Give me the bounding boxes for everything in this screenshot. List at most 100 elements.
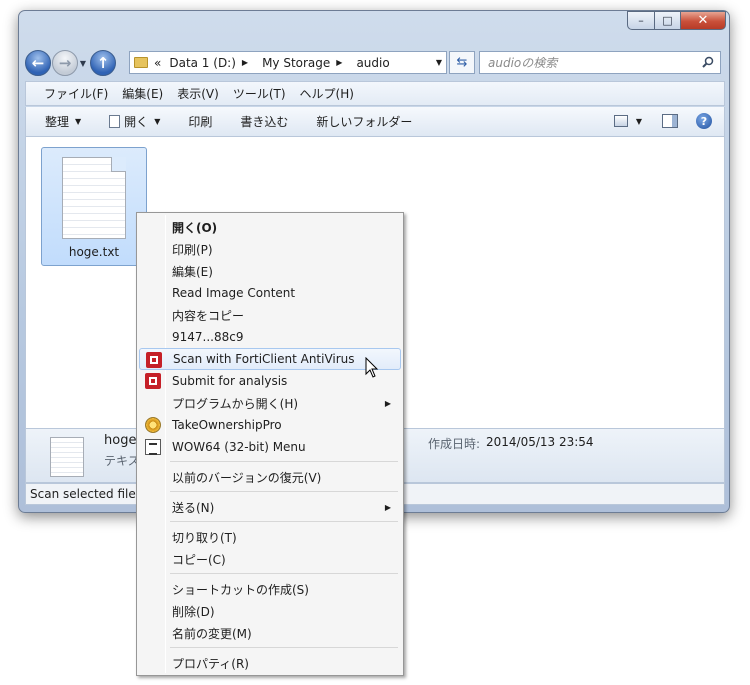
menu-help[interactable]: ヘルプ(H): [300, 85, 354, 102]
ctx-label: 削除(D): [172, 604, 215, 619]
context-menu: 開く(O) 印刷(P) 編集(E) Read Image Content 内容を…: [136, 212, 404, 676]
print-button[interactable]: 印刷: [188, 113, 212, 130]
menu-tools[interactable]: ツール(T): [233, 85, 286, 102]
ctx-print[interactable]: 印刷(P): [139, 238, 401, 260]
chevron-down-icon: ▼: [75, 117, 82, 126]
breadcrumb-overflow[interactable]: «: [154, 56, 161, 70]
ctx-label: 内容をコピー: [172, 308, 245, 323]
ctx-submit-analysis[interactable]: Submit for analysis: [139, 370, 401, 392]
ctx-delete[interactable]: 削除(D): [139, 600, 401, 622]
ctx-label: 名前の変更(M): [172, 626, 252, 641]
ctx-label: 切り取り(T): [172, 530, 237, 545]
new-folder-button[interactable]: 新しいフォルダー: [316, 113, 412, 130]
ctx-label: Scan with FortiClient AntiVirus: [173, 352, 355, 366]
menu-separator: [170, 491, 398, 492]
address-bar[interactable]: « Data 1 (D:) ▶ My Storage ▶ audio ▼: [129, 51, 447, 74]
breadcrumb-item-my-storage[interactable]: My Storage ▶: [262, 56, 348, 70]
ctx-read-image-content[interactable]: Read Image Content: [139, 282, 401, 304]
change-view-icon[interactable]: [613, 115, 628, 127]
details-file-type: テキス: [104, 454, 140, 468]
submenu-arrow-icon: ▶: [384, 502, 391, 512]
help-icon[interactable]: ?: [696, 113, 712, 129]
breadcrumb-item-drive[interactable]: Data 1 (D:) ▶: [169, 56, 254, 70]
ctx-label: ショートカットの作成(S): [172, 582, 309, 597]
ctx-restore-previous[interactable]: 以前のバージョンの復元(V): [139, 466, 401, 488]
wow64-icon: [145, 439, 161, 455]
ctx-edit[interactable]: 編集(E): [139, 260, 401, 282]
command-bar-right: ▼ ?: [613, 113, 712, 129]
forticlient-icon: [145, 373, 161, 389]
ctx-label: 9147...88c9: [172, 330, 244, 344]
minimize-button[interactable]: –: [627, 11, 654, 30]
details-created-value: 2014/05/13 23:54: [486, 435, 594, 449]
ctx-copy-content[interactable]: 内容をコピー: [139, 304, 401, 326]
menu-separator: [170, 573, 398, 574]
ctx-open[interactable]: 開く(O): [139, 216, 401, 238]
forward-button[interactable]: →: [52, 50, 78, 76]
text-file-icon: [50, 437, 84, 477]
ctx-label: 編集(E): [172, 264, 213, 279]
details-created-label: 作成日時:: [428, 437, 481, 451]
organize-button[interactable]: 整理 ▼: [45, 113, 81, 130]
address-dropdown-icon[interactable]: ▼: [436, 58, 442, 67]
close-button[interactable]: ✕: [680, 11, 726, 30]
menu-bar: ファイル(F) 編集(E) 表示(V) ツール(T) ヘルプ(H): [25, 81, 725, 106]
search-input[interactable]: audioの検索: [479, 51, 721, 74]
ctx-label: 開く(O): [172, 220, 218, 235]
file-name: hoge.txt: [68, 245, 120, 259]
chevron-right-icon[interactable]: ▶: [336, 58, 342, 67]
ctx-label: コピー(C): [172, 552, 226, 567]
navigation-bar: ← → ▼ ↑ « Data 1 (D:) ▶ My Storage ▶ audio…: [25, 49, 725, 77]
menu-edit[interactable]: 編集(E): [122, 85, 163, 102]
open-label: 開く: [124, 115, 149, 129]
document-icon: [109, 115, 121, 128]
search-placeholder: audioの検索: [488, 56, 558, 70]
chevron-right-icon[interactable]: ▶: [242, 58, 248, 67]
ctx-label: TakeOwnershipPro: [172, 418, 282, 432]
menu-separator: [170, 647, 398, 648]
gear-icon: [145, 417, 161, 433]
ctx-scan-forticlient[interactable]: Scan with FortiClient AntiVirus: [139, 348, 401, 370]
menu-separator: [170, 461, 398, 462]
ctx-copy[interactable]: コピー(C): [139, 548, 401, 570]
text-file-icon: [62, 157, 126, 239]
window-controls: – □ ✕: [627, 11, 726, 30]
ctx-label: Read Image Content: [172, 286, 296, 300]
search-icon[interactable]: [702, 56, 714, 68]
maximize-button[interactable]: □: [654, 11, 680, 30]
refresh-button[interactable]: ⇆: [449, 51, 475, 74]
ctx-hash[interactable]: 9147...88c9: [139, 326, 401, 348]
open-button[interactable]: 開く ▼: [109, 113, 160, 130]
ctx-rename[interactable]: 名前の変更(M): [139, 622, 401, 644]
menu-separator: [170, 521, 398, 522]
ctx-label: WOW64 (32-bit) Menu: [172, 440, 306, 454]
file-item-hoge[interactable]: hoge.txt: [41, 147, 147, 266]
up-button[interactable]: ↑: [90, 50, 116, 76]
details-file-name: hoge: [104, 433, 137, 448]
ctx-send-to[interactable]: 送る(N) ▶: [139, 496, 401, 518]
ctx-create-shortcut[interactable]: ショートカットの作成(S): [139, 578, 401, 600]
preview-pane-icon[interactable]: [662, 114, 678, 128]
forticlient-icon: [146, 352, 162, 368]
breadcrumb-item-audio[interactable]: audio: [356, 56, 389, 70]
menu-file[interactable]: ファイル(F): [44, 85, 108, 102]
burn-button[interactable]: 書き込む: [240, 113, 288, 130]
chevron-down-icon[interactable]: ▼: [636, 117, 642, 126]
chevron-down-icon[interactable]: ▼: [154, 117, 160, 126]
ctx-label: プログラムから開く(H): [172, 396, 299, 411]
ctx-label: 以前のバージョンの復元(V): [172, 470, 322, 485]
mouse-cursor-icon: [365, 357, 379, 378]
ctx-label: 送る(N): [172, 500, 215, 515]
recent-pages-dropdown-icon[interactable]: ▼: [78, 59, 88, 68]
ctx-cut[interactable]: 切り取り(T): [139, 526, 401, 548]
menu-view[interactable]: 表示(V): [177, 85, 219, 102]
back-button[interactable]: ←: [25, 50, 51, 76]
ctx-wow64-menu[interactable]: WOW64 (32-bit) Menu: [139, 436, 401, 458]
status-text: Scan selected files: [30, 487, 142, 501]
ctx-label: Submit for analysis: [172, 374, 288, 388]
ctx-open-with[interactable]: プログラムから開く(H) ▶: [139, 392, 401, 414]
ctx-take-ownership[interactable]: TakeOwnershipPro: [139, 414, 401, 436]
refresh-icon: ⇆: [456, 55, 468, 70]
ctx-properties[interactable]: プロパティ(R): [139, 652, 401, 674]
folder-icon: [134, 57, 148, 68]
